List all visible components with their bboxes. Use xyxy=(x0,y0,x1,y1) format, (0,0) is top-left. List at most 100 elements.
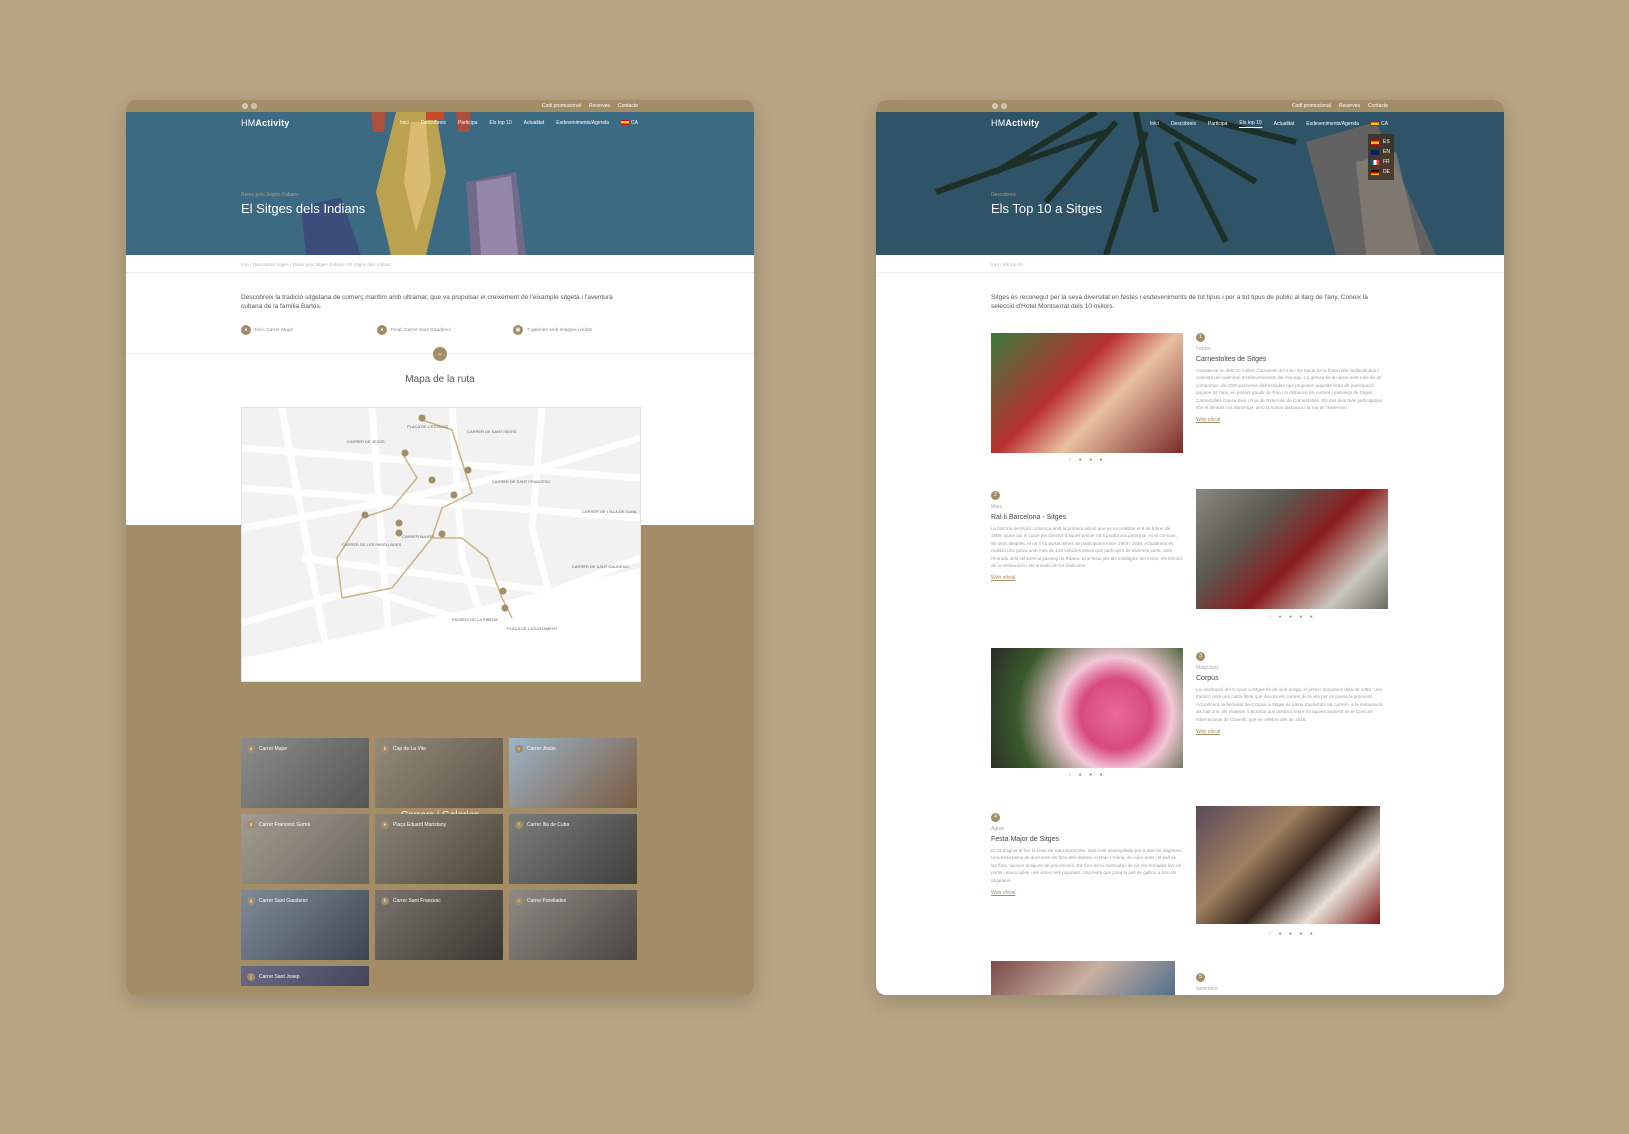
lang-option-en[interactable]: EN xyxy=(1368,147,1394,157)
map-label: PLAÇA DE L'AJUNTAMENT xyxy=(507,626,558,631)
promo-code-link[interactable]: Codi promocional xyxy=(1292,103,1331,109)
gallery-tile[interactable]: h Carrer Sant Francesc xyxy=(375,890,503,960)
gallery-tile[interactable]: b Cap de La Vila xyxy=(375,738,503,808)
lang-option-fr[interactable]: FR xyxy=(1368,157,1394,167)
event-title: Ral·li Barcelona - Sitges xyxy=(991,514,1067,521)
lang-option-es[interactable]: ES xyxy=(1368,137,1394,147)
official-web-link[interactable]: Web oficial xyxy=(1196,729,1388,735)
promo-code-link[interactable]: Codi promocional xyxy=(542,103,581,109)
breadcrumb[interactable]: Inici / Els top 10 xyxy=(876,255,1504,273)
event-card: 5 Setembre xyxy=(1196,973,1388,992)
official-web-link[interactable]: Web oficial xyxy=(1196,417,1388,423)
utility-links: Codi promocional Reserves Contacte xyxy=(1292,103,1388,109)
map-label: CARRER MAJOR xyxy=(402,534,434,539)
map-label: CARRER DE SANT GAUDENCI xyxy=(572,564,630,569)
catalan-flag-icon xyxy=(1371,121,1380,127)
official-web-link[interactable]: Web oficial xyxy=(991,575,1183,581)
gallery-tile[interactable]: i Carrer Parellades xyxy=(509,890,637,960)
carousel-dots[interactable]: ○ ● ● ● ● xyxy=(1196,614,1388,620)
nav-descobreix[interactable]: Descobreix xyxy=(421,120,446,126)
page-title: El Sitges dels Indians xyxy=(241,201,366,216)
event-photo[interactable] xyxy=(991,333,1183,453)
bookings-link[interactable]: Reserves xyxy=(589,103,610,109)
official-web-link[interactable]: Web oficial xyxy=(991,890,1183,896)
nav-top10[interactable]: Els top 10 xyxy=(1239,120,1262,128)
utility-links: Codi promocional Reserves Contacte xyxy=(542,103,638,109)
hero-kicker: Descobreix xyxy=(991,192,1017,198)
france-flag-icon xyxy=(1371,159,1379,165)
event-card: 3 Maig/Juny Corpus La celebració del Cor… xyxy=(1196,652,1388,735)
nav-agenda[interactable]: Esdeveniments/Agenda xyxy=(1306,121,1359,127)
facebook-icon[interactable]: f xyxy=(242,103,248,109)
event-number: 5 xyxy=(1196,973,1205,982)
language-selector[interactable]: CA xyxy=(1371,121,1388,127)
route-galleries: ▣ 7 galeries amb imatges i relats xyxy=(513,325,649,335)
carousel-dots[interactable]: ○ ● ● ● xyxy=(991,457,1183,463)
site-logo[interactable]: HMActivity xyxy=(241,118,290,128)
language-selector[interactable]: CA xyxy=(621,120,638,126)
event-month: Maig/Juny xyxy=(1196,665,1219,671)
map-section: PLAÇA DE L'ESTACIÓ CARRER DE SANT ISIDRE… xyxy=(126,385,754,745)
pin-icon: ● xyxy=(377,325,387,335)
event-description: La història del Ral·li comença amb la pr… xyxy=(991,526,1183,569)
route-map[interactable]: PLAÇA DE L'ESTACIÓ CARRER DE SANT ISIDRE… xyxy=(241,407,641,682)
event-photo[interactable] xyxy=(1196,806,1380,924)
contact-link[interactable]: Contacte xyxy=(618,103,638,109)
event-number: 2 xyxy=(991,491,1000,500)
nav-top10[interactable]: Els top 10 xyxy=(489,120,511,126)
instagram-icon[interactable]: ◎ xyxy=(251,103,257,109)
gallery-tile[interactable]: c Carrer Jesús xyxy=(509,738,637,808)
event-title: Festa Major de Sitges xyxy=(991,836,1060,843)
event-photo[interactable] xyxy=(991,961,1175,995)
intro-section: Descobreix la tradició sitgetana de come… xyxy=(126,273,754,385)
gallery-tile[interactable]: j Carrer Sant Josep xyxy=(241,966,369,986)
catalan-flag-icon xyxy=(621,120,630,126)
gallery-tile[interactable]: f Carrer Illa de Cuba xyxy=(509,814,637,884)
hero-banner: HMActivity Inici Descobreix Participa El… xyxy=(876,112,1504,255)
contact-link[interactable]: Contacte xyxy=(1368,103,1388,109)
intro-text: Sitges és reconegut per la seva diversit… xyxy=(991,294,1368,310)
facebook-icon[interactable]: f xyxy=(992,103,998,109)
hero-photo xyxy=(126,112,754,255)
instagram-icon[interactable]: ◎ xyxy=(1001,103,1007,109)
language-dropdown: ES EN FR DE xyxy=(1368,134,1394,180)
nav-inici[interactable]: Inici xyxy=(400,120,409,126)
nav-inici[interactable]: Inici xyxy=(1150,121,1159,127)
nav-actualitat[interactable]: Actualitat xyxy=(524,120,545,126)
gallery-tile[interactable]: d Carrer Francesc Gumà xyxy=(241,814,369,884)
gallery-tile[interactable]: g Carrer Sant Gaudenci xyxy=(241,890,369,960)
event-photo[interactable] xyxy=(1196,489,1388,609)
gallery-tile[interactable]: e Plaça Eduard Maristany xyxy=(375,814,503,884)
map-label: PLAÇA DE L'ESTACIÓ xyxy=(407,424,448,429)
nav-agenda[interactable]: Esdeveniments/Agenda xyxy=(556,120,609,126)
chevron-down-icon[interactable]: ⌄ xyxy=(433,347,447,361)
event-month: Agost xyxy=(991,826,1004,832)
mockup-indians-page: f ◎ Codi promocional Reserves Contacte H… xyxy=(126,100,754,995)
nav-descobreix[interactable]: Descobreix xyxy=(1171,121,1196,127)
uk-flag-icon xyxy=(1371,149,1379,155)
nav-participa[interactable]: Participa xyxy=(1208,121,1227,127)
site-logo[interactable]: HMActivity xyxy=(991,118,1040,128)
gallery-tile[interactable]: a Carrer Major xyxy=(241,738,369,808)
event-title: Corpus xyxy=(1196,675,1219,682)
gallery-grid: a Carrer Major b Cap de La Vila c Carrer Je… xyxy=(241,738,637,986)
event-card: 4 Agost Festa Major de Sitges El 24 d'ag… xyxy=(991,813,1183,896)
route-meta: ● Inici: Carrer Major ● Final: Carrer Sant… xyxy=(126,311,754,335)
social-links: f ◎ xyxy=(242,103,257,109)
bookings-link[interactable]: Reserves xyxy=(1339,103,1360,109)
pin-icon: ● xyxy=(241,325,251,335)
carousel-dots[interactable]: ○ ● ● ● ● xyxy=(1196,931,1388,937)
nav-participa[interactable]: Participa xyxy=(458,120,477,126)
social-links: f ◎ xyxy=(992,103,1007,109)
event-card: 2 Març Ral·li Barcelona - Sitges La hist… xyxy=(991,491,1183,581)
lang-option-de[interactable]: DE xyxy=(1368,167,1394,177)
spain-flag-icon xyxy=(1371,139,1379,145)
event-photo[interactable] xyxy=(991,648,1183,768)
main-navigation: HMActivity Inici Descobreix Participa El… xyxy=(876,118,1504,132)
carousel-dots[interactable]: ○ ● ● ● xyxy=(991,772,1183,778)
nav-actualitat[interactable]: Actualitat xyxy=(1274,121,1295,127)
hero-kicker: Rutes pels Sitges d'abans xyxy=(241,192,299,198)
breadcrumb[interactable]: Inici / Descobreix Sitges / Rutes pels S… xyxy=(126,255,754,273)
top-utility-bar: f ◎ Codi promocional Reserves Contacte xyxy=(876,100,1504,112)
event-description: Considerat un dels 10 millors Carnavals … xyxy=(1196,368,1382,411)
